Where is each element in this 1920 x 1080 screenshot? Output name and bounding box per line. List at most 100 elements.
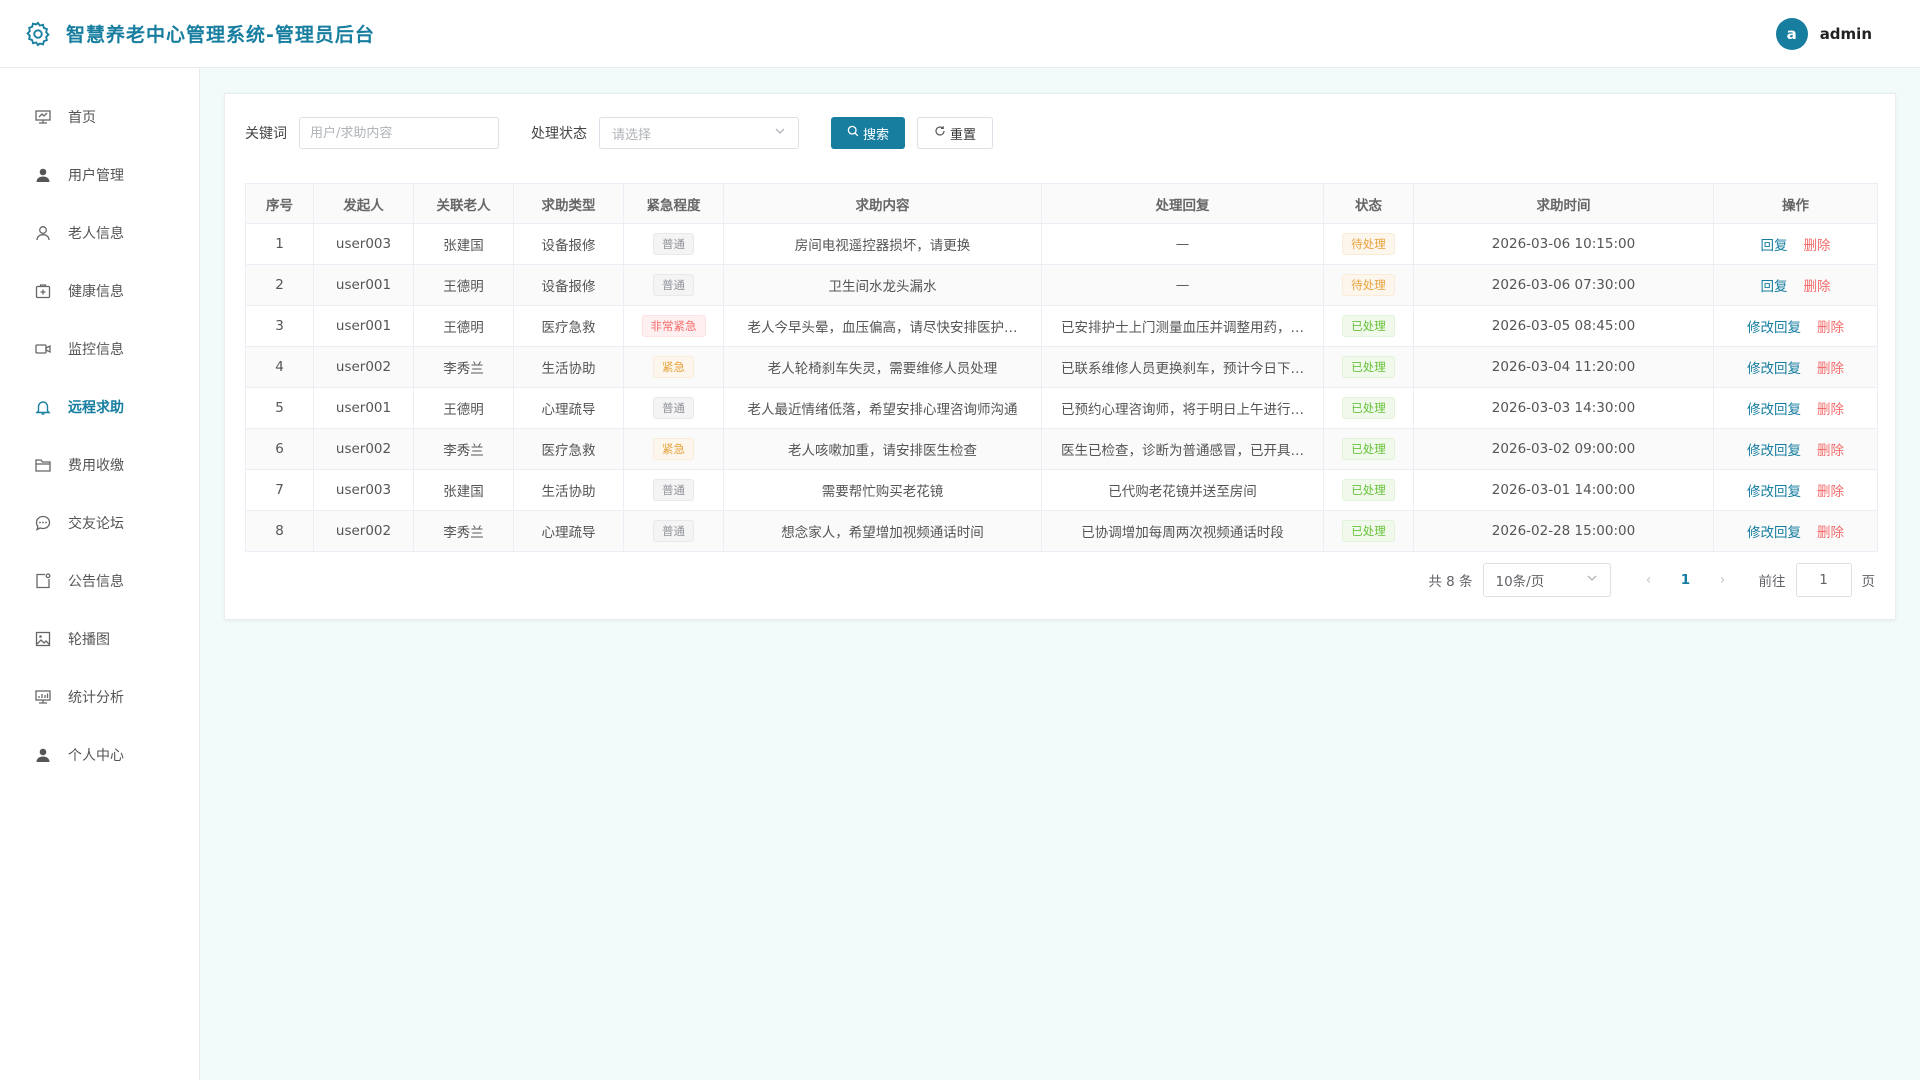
table-row: 3 user001 王德明 医疗急救 非常紧急 老人今早头晕，血压偏高，请尽快安排医护… 已… — [245, 305, 1878, 347]
sidebar-item[interactable]: 交友论坛 — [0, 494, 199, 552]
delete-link[interactable]: 删除 — [1817, 398, 1844, 418]
reply-link[interactable]: 修改回复 — [1747, 357, 1801, 377]
cell-elder: 张建国 — [413, 223, 514, 265]
table-header-row: 序号 发起人 关联老人 求助类型 紧急程度 求助内容 处理回复 状态 求助时间 操作 — [245, 183, 1878, 224]
cell-status: 已处理 — [1323, 428, 1414, 470]
status-badge: 已处理 — [1342, 479, 1395, 501]
urgency-badge: 紧急 — [653, 356, 694, 378]
cell-initiator: user002 — [313, 346, 414, 388]
sidebar-item[interactable]: 个人中心 — [0, 726, 199, 784]
sidebar-item[interactable]: 公告信息 — [0, 552, 199, 610]
cell-initiator: user003 — [313, 223, 414, 265]
cell-initiator: user002 — [313, 510, 414, 552]
reply-link[interactable]: 回复 — [1761, 234, 1788, 254]
column-header: 序号 — [245, 183, 314, 224]
brand: 智慧养老中心管理系统-管理员后台 — [24, 20, 375, 48]
first-aid-icon — [34, 282, 52, 300]
chart-icon — [34, 688, 52, 706]
cell-index: 8 — [245, 510, 314, 552]
sidebar-item[interactable]: 首页 — [0, 88, 199, 146]
cell-actions: 修改回复 删除 — [1713, 428, 1878, 470]
cell-urgency: 普通 — [623, 469, 724, 511]
column-header: 处理回复 — [1041, 183, 1324, 224]
cell-time: 2026-03-05 08:45:00 — [1413, 305, 1714, 347]
next-page-icon[interactable]: › — [1711, 572, 1735, 588]
sidebar-item[interactable]: 统计分析 — [0, 668, 199, 726]
status-select[interactable]: 请选择 — [599, 117, 799, 149]
cell-time: 2026-02-28 15:00:00 — [1413, 510, 1714, 552]
user-icon — [34, 746, 52, 764]
notice-icon — [34, 572, 52, 590]
delete-link[interactable]: 删除 — [1804, 234, 1831, 254]
delete-link[interactable]: 删除 — [1817, 480, 1844, 500]
dashboard-icon — [34, 108, 52, 126]
reply-link[interactable]: 回复 — [1761, 275, 1788, 295]
table-row: 8 user002 李秀兰 心理疏导 普通 想念家人，希望增加视频通话时间 已协调增加每周两… — [245, 510, 1878, 552]
sidebar-item[interactable]: 健康信息 — [0, 262, 199, 320]
delete-link[interactable]: 删除 — [1817, 521, 1844, 541]
gear-icon — [24, 20, 52, 48]
reply-link[interactable]: 修改回复 — [1747, 480, 1801, 500]
reset-button[interactable]: 重置 — [917, 117, 994, 149]
cell-type: 心理疏导 — [513, 510, 624, 552]
sidebar-item-label: 用户管理 — [68, 168, 124, 184]
keyword-input[interactable] — [299, 117, 499, 149]
sidebar-item[interactable]: 用户管理 — [0, 146, 199, 204]
cell-reply: 已协调增加每周两次视频通话时段 — [1041, 510, 1324, 552]
table-row: 2 user001 王德明 设备报修 普通 卫生间水龙头漏水 — 待处理 2026-03-06 … — [245, 264, 1878, 306]
column-header: 求助类型 — [513, 183, 624, 224]
cell-content: 老人轮椅刹车失灵，需要维修人员处理 — [723, 346, 1042, 388]
cell-elder: 李秀兰 — [413, 510, 514, 552]
username[interactable]: admin — [1820, 25, 1872, 43]
table-row: 6 user002 李秀兰 医疗急救 紧急 老人咳嗽加重，请安排医生检查 医生已检查，诊断为… — [245, 428, 1878, 470]
search-button[interactable]: 搜索 — [831, 117, 906, 149]
sidebar-item-label: 监控信息 — [68, 342, 124, 358]
cell-urgency: 普通 — [623, 223, 724, 265]
cell-elder: 王德明 — [413, 305, 514, 347]
reply-link[interactable]: 修改回复 — [1747, 398, 1801, 418]
table-row: 1 user003 张建国 设备报修 普通 房间电视遥控器损坏，请更换 — 待处理 2026-0… — [245, 223, 1878, 265]
cell-initiator: user001 — [313, 387, 414, 429]
cell-time: 2026-03-06 10:15:00 — [1413, 223, 1714, 265]
cell-content: 卫生间水龙头漏水 — [723, 264, 1042, 306]
prev-page-icon[interactable]: ‹ — [1637, 572, 1661, 588]
sidebar-item[interactable]: 监控信息 — [0, 320, 199, 378]
page-size-select[interactable]: 10条/页 — [1482, 563, 1611, 597]
reply-link[interactable]: 修改回复 — [1747, 439, 1801, 459]
sidebar-item[interactable]: 轮播图 — [0, 610, 199, 668]
sidebar-item[interactable]: 费用收缴 — [0, 436, 199, 494]
cell-reply: 已预约心理咨询师，将于明日上午进行… — [1041, 387, 1324, 429]
cell-actions: 回复 删除 — [1713, 223, 1878, 265]
cell-time: 2026-03-01 14:00:00 — [1413, 469, 1714, 511]
sidebar-item-label: 首页 — [68, 110, 96, 126]
reply-link[interactable]: 修改回复 — [1747, 316, 1801, 336]
cell-index: 4 — [245, 346, 314, 388]
column-header: 操作 — [1713, 183, 1878, 224]
column-header: 状态 — [1323, 183, 1414, 224]
avatar[interactable]: a — [1775, 17, 1808, 50]
urgency-badge: 普通 — [653, 233, 694, 255]
delete-link[interactable]: 删除 — [1817, 316, 1844, 336]
sidebar-item-label: 健康信息 — [68, 284, 124, 300]
urgency-badge: 普通 — [653, 479, 694, 501]
cell-index: 6 — [245, 428, 314, 470]
user-menu[interactable]: a admin — [1775, 17, 1872, 50]
cell-content: 房间电视遥控器损坏，请更换 — [723, 223, 1042, 265]
sidebar-item[interactable]: 老人信息 — [0, 204, 199, 262]
main-card: 关键词 处理状态 请选择 搜索 重置 序号发起人关 — [224, 93, 1896, 620]
goto-page-input[interactable] — [1795, 563, 1852, 597]
cell-type: 设备报修 — [513, 223, 624, 265]
delete-link[interactable]: 删除 — [1804, 275, 1831, 295]
cell-initiator: user001 — [313, 264, 414, 306]
cell-content: 老人今早头晕，血压偏高，请尽快安排医护… — [723, 305, 1042, 347]
sidebar-item-label: 统计分析 — [68, 690, 124, 706]
delete-link[interactable]: 删除 — [1817, 439, 1844, 459]
cell-reply: 已代购老花镜并送至房间 — [1041, 469, 1324, 511]
bell-icon — [34, 398, 52, 416]
cell-reply: — — [1041, 264, 1324, 306]
delete-link[interactable]: 删除 — [1817, 357, 1844, 377]
sidebar-item[interactable]: 远程求助 — [0, 378, 199, 436]
reply-link[interactable]: 修改回复 — [1747, 521, 1801, 541]
page-size-value: 10条/页 — [1495, 574, 1545, 590]
page-number-current[interactable]: 1 — [1671, 572, 1701, 588]
